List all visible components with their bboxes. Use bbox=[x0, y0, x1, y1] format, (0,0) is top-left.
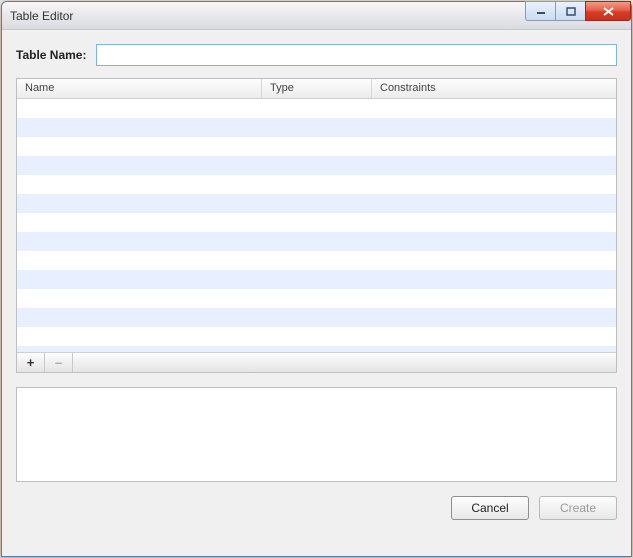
columns-body[interactable] bbox=[17, 99, 616, 352]
table-row[interactable] bbox=[17, 156, 616, 175]
table-row[interactable] bbox=[17, 251, 616, 270]
columns-table: Name Type Constraints + – bbox=[16, 78, 617, 373]
columns-footer: + – bbox=[17, 352, 616, 372]
dialog-content: Table Name: Name Type Constraints + – Ca… bbox=[2, 30, 631, 556]
table-row[interactable] bbox=[17, 327, 616, 346]
columns-header: Name Type Constraints bbox=[17, 79, 616, 99]
dialog-buttons: Cancel Create bbox=[16, 496, 617, 520]
table-row[interactable] bbox=[17, 232, 616, 251]
minimize-button[interactable] bbox=[525, 1, 555, 21]
maximize-icon bbox=[566, 7, 576, 16]
table-row[interactable] bbox=[17, 289, 616, 308]
table-row[interactable] bbox=[17, 137, 616, 156]
close-icon bbox=[603, 7, 614, 16]
add-column-button[interactable]: + bbox=[17, 353, 45, 372]
remove-column-button: – bbox=[45, 353, 73, 372]
table-name-label: Table Name: bbox=[16, 48, 86, 62]
minimize-icon bbox=[536, 7, 546, 15]
column-header-type[interactable]: Type bbox=[262, 79, 372, 98]
table-name-row: Table Name: bbox=[16, 44, 617, 66]
table-row[interactable] bbox=[17, 213, 616, 232]
column-header-constraints[interactable]: Constraints bbox=[372, 79, 616, 98]
table-row[interactable] bbox=[17, 270, 616, 289]
table-name-input[interactable] bbox=[96, 44, 617, 66]
details-textarea[interactable] bbox=[16, 387, 617, 482]
close-button[interactable] bbox=[585, 1, 631, 21]
window-controls bbox=[525, 1, 631, 21]
table-row[interactable] bbox=[17, 308, 616, 327]
table-row[interactable] bbox=[17, 118, 616, 137]
create-button: Create bbox=[539, 496, 617, 520]
column-header-name[interactable]: Name bbox=[17, 79, 262, 98]
table-row[interactable] bbox=[17, 175, 616, 194]
titlebar[interactable]: Table Editor bbox=[2, 2, 631, 30]
maximize-button[interactable] bbox=[555, 1, 585, 21]
dialog-window: Table Editor Table Name: Name Type Const… bbox=[1, 1, 632, 557]
cancel-button[interactable]: Cancel bbox=[451, 496, 529, 520]
table-row[interactable] bbox=[17, 194, 616, 213]
table-row[interactable] bbox=[17, 99, 616, 118]
